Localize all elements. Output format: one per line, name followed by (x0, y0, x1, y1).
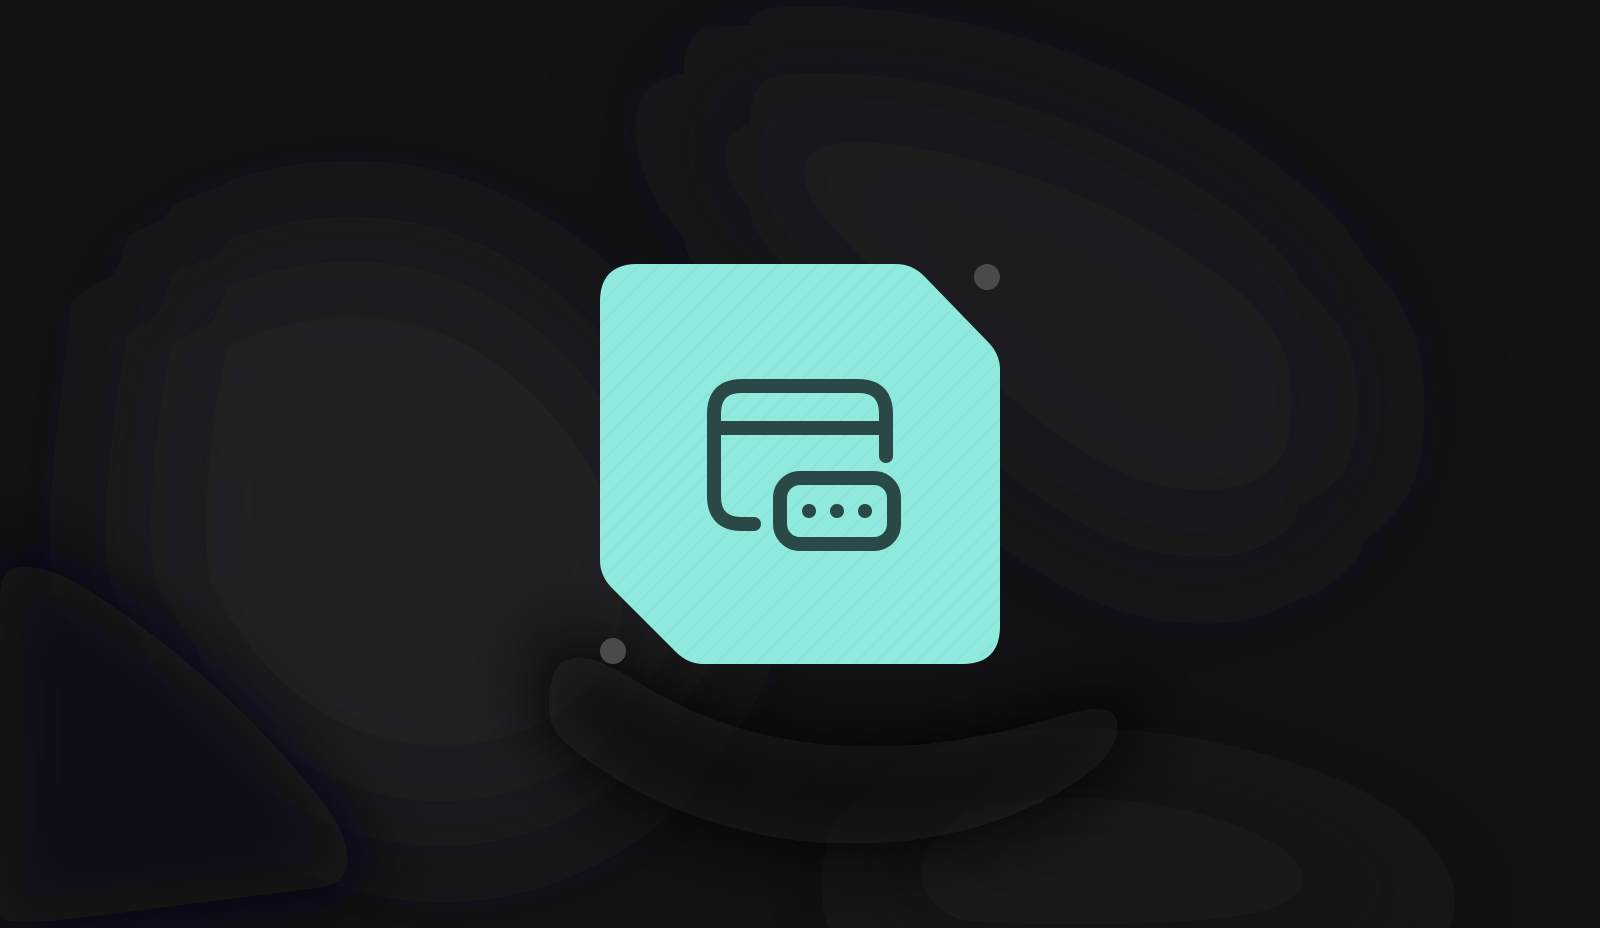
password-dot (802, 504, 816, 518)
password-dot (858, 504, 872, 518)
password-dot (830, 504, 844, 518)
tile-shape (600, 264, 1000, 664)
app-icon-tile[interactable] (600, 264, 1000, 664)
password-dots (802, 504, 872, 518)
